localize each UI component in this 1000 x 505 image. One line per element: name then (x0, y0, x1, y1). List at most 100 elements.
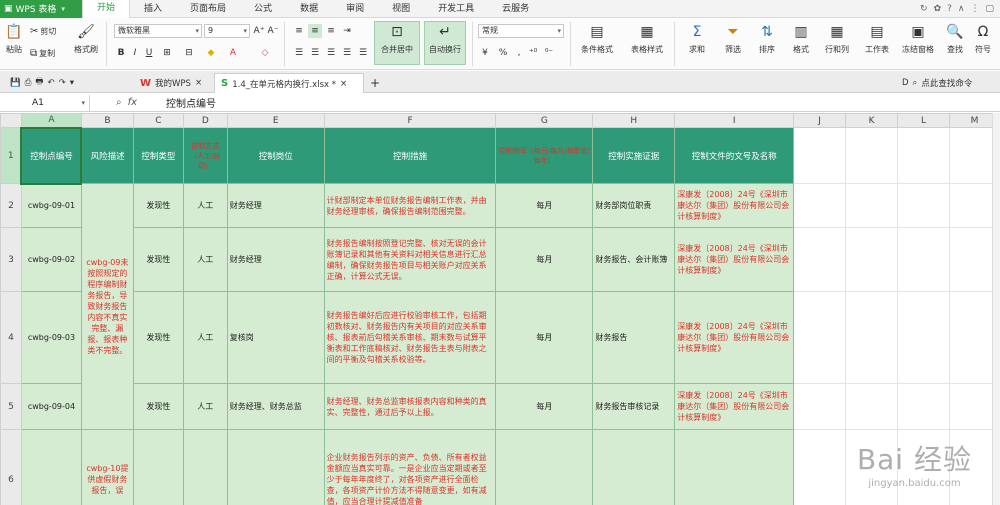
align-top-icon[interactable]: ≡ (292, 24, 306, 38)
cell-a6[interactable] (20, 429, 82, 505)
freeze-panes-button[interactable]: ▣ 冻结窗格 (898, 22, 938, 55)
tab-data[interactable]: 数据 (286, 0, 332, 18)
align-middle-icon[interactable]: ≡ (308, 24, 322, 38)
cell-d1-header[interactable]: 控制方式（人工/自动） (182, 127, 228, 184)
close-icon[interactable]: × (195, 78, 202, 88)
cell-e4[interactable]: 复核岗 (226, 291, 325, 384)
col-header-d[interactable]: D (182, 113, 228, 128)
paste-button[interactable]: 📋 粘贴 (4, 22, 24, 55)
font-size-select[interactable]: 9 ▾ (204, 24, 250, 38)
col-header-b[interactable]: B (80, 113, 134, 128)
align-bottom-icon[interactable]: ≡ (324, 24, 338, 38)
cell-a4[interactable]: cwbg-09-03 (20, 291, 82, 384)
increase-decimal-icon[interactable]: ⁺⁰ (526, 46, 540, 60)
thousands-icon[interactable]: , (512, 46, 526, 60)
cell-i6[interactable] (674, 429, 795, 505)
distribute-icon[interactable]: ☰ (356, 46, 370, 60)
cell-e1-header[interactable]: 控制岗位 (226, 127, 325, 184)
cell-g5[interactable]: 每月 (495, 383, 594, 430)
symbol-button[interactable]: Ω 符号 (968, 22, 998, 55)
export-pdf-icon[interactable]: ⎙ (25, 78, 32, 88)
empty-cell[interactable] (897, 127, 950, 184)
cell-i5[interactable]: 深康发〔2008〕24号《深圳市康达尔（集团）股份有限公司会计核算制度》 (674, 383, 795, 430)
restore-icon[interactable]: ▢ (985, 4, 994, 14)
tab-insert[interactable]: 插入 (130, 0, 176, 18)
close-icon[interactable]: × (340, 79, 347, 89)
cell-b2-merged-risk[interactable]: cwbg-09未按照规定的程序编制财务报告，导致财务报告内容不真实完整、漏报、报… (80, 183, 134, 430)
cell-c4[interactable]: 发现性 (132, 291, 184, 384)
cell-f5[interactable]: 财务经理、财务总监审核报表内容和种类的真实、完整性，通过后予以上报。 (323, 383, 497, 430)
cell-g6[interactable] (495, 429, 594, 505)
cell-h5[interactable]: 财务报告审核记录 (592, 383, 676, 430)
cell-i3[interactable]: 深康发〔2008〕24号《深圳市康达尔（集团）股份有限公司会计核算制度》 (674, 227, 795, 292)
cell-e6[interactable] (226, 429, 325, 505)
sum-button[interactable]: Σ 求和 (680, 22, 714, 55)
underline-icon[interactable]: U (142, 46, 156, 60)
table-style-button[interactable]: ▦ 表格样式 (624, 22, 670, 55)
empty-cell[interactable] (845, 183, 899, 228)
cell-i2[interactable]: 深康发〔2008〕24号《深圳市康达尔（集团）股份有限公司会计核算制度》 (674, 183, 795, 228)
align-right-icon[interactable]: ☰ (324, 46, 338, 60)
row-header-3[interactable]: 3 (0, 227, 22, 292)
font-color-icon[interactable]: A (226, 46, 240, 60)
cell-g1-header[interactable]: 控制频率（每日/每月/每季度/每年） (495, 127, 594, 184)
empty-cell[interactable] (897, 383, 950, 430)
empty-cell[interactable] (897, 227, 950, 292)
row-header-5[interactable]: 5 (0, 383, 22, 430)
cell-b1-header[interactable]: 风险描述 (80, 127, 134, 184)
cell-e3[interactable]: 财务经理 (226, 227, 325, 292)
row-header-2[interactable]: 2 (0, 183, 22, 228)
align-left-icon[interactable]: ☰ (292, 46, 306, 60)
col-header-c[interactable]: C (132, 113, 184, 128)
cell-f4[interactable]: 财务报告编好后应进行校验审核工作，包括期初数核对、财务报告内有关项目的对应关系审… (323, 291, 497, 384)
app-menu-button[interactable]: ▣ WPS 表格 ▾ (0, 0, 82, 18)
empty-cell[interactable] (897, 183, 950, 228)
conditional-format-button[interactable]: ▤ 条件格式 (574, 22, 620, 55)
font-name-select[interactable]: 微软雅黑 ▾ (114, 24, 202, 38)
bold-icon[interactable]: B (114, 46, 128, 60)
worksheet-button[interactable]: ▤ 工作表 (858, 22, 896, 55)
cell-c5[interactable]: 发现性 (132, 383, 184, 430)
border-icon[interactable]: ⊞ (160, 46, 174, 60)
filter-button[interactable]: ⏷ 筛选 (716, 22, 750, 55)
empty-cell[interactable] (845, 227, 899, 292)
find-button[interactable]: 🔍 查找 (940, 22, 970, 55)
tab-my-wps[interactable]: W 我的WPS × (134, 73, 208, 93)
col-header-h[interactable]: H (592, 113, 676, 128)
col-header-k[interactable]: K (845, 113, 899, 128)
spreadsheet-grid[interactable]: A B C D E F G H I J K L M 1 控制点编号 风险描述 控… (0, 113, 1000, 505)
cell-e2[interactable]: 财务经理 (226, 183, 325, 228)
empty-cell[interactable] (845, 291, 899, 384)
cell-h3[interactable]: 财务报告、会计账簿 (592, 227, 676, 292)
help-icon[interactable]: ? (947, 4, 952, 14)
tab-cloud[interactable]: 云服务 (488, 0, 543, 18)
format-button[interactable]: ▥ 格式 (784, 22, 818, 55)
grow-font-icon[interactable]: A⁺ (252, 24, 266, 38)
rows-cols-button[interactable]: ▦ 行和列 (818, 22, 856, 55)
new-tab-button[interactable]: + (364, 73, 386, 93)
cell-d2[interactable]: 人工 (182, 183, 228, 228)
cell-g4[interactable]: 每月 (495, 291, 594, 384)
tab-page-layout[interactable]: 页面布局 (176, 0, 240, 18)
cell-h2[interactable]: 财务部岗位职责 (592, 183, 676, 228)
cell-e5[interactable]: 财务经理、财务总监 (226, 383, 325, 430)
copy-button[interactable]: ⧉ 复制 (30, 46, 55, 60)
cell-h4[interactable]: 财务报告 (592, 291, 676, 384)
empty-cell[interactable] (845, 383, 899, 430)
sync-icon[interactable]: ↻ (920, 4, 928, 14)
currency-icon[interactable]: ¥ (478, 46, 492, 60)
name-box[interactable]: A1 ▾ (0, 94, 90, 111)
tab-developer[interactable]: 开发工具 (424, 0, 488, 18)
format-painter-button[interactable]: 🖌 格式刷 (74, 22, 98, 55)
decrease-decimal-icon[interactable]: ⁰⁻ (542, 46, 556, 60)
empty-cell[interactable] (897, 291, 950, 384)
justify-icon[interactable]: ☰ (340, 46, 354, 60)
fill-color-icon[interactable]: ◆ (204, 46, 218, 60)
chevron-down-icon[interactable]: ▾ (70, 78, 74, 88)
col-header-g[interactable]: G (495, 113, 594, 128)
cell-f6[interactable]: 企业财务报告列示的资产、负债、所有者权益金额应当真实可靠。一是企业应当定期或者至… (323, 429, 497, 505)
cell-c3[interactable]: 发现性 (132, 227, 184, 292)
cell-a2[interactable]: cwbg-09-01 (20, 183, 82, 228)
cell-g2[interactable]: 每月 (495, 183, 594, 228)
empty-cell[interactable] (793, 383, 847, 430)
